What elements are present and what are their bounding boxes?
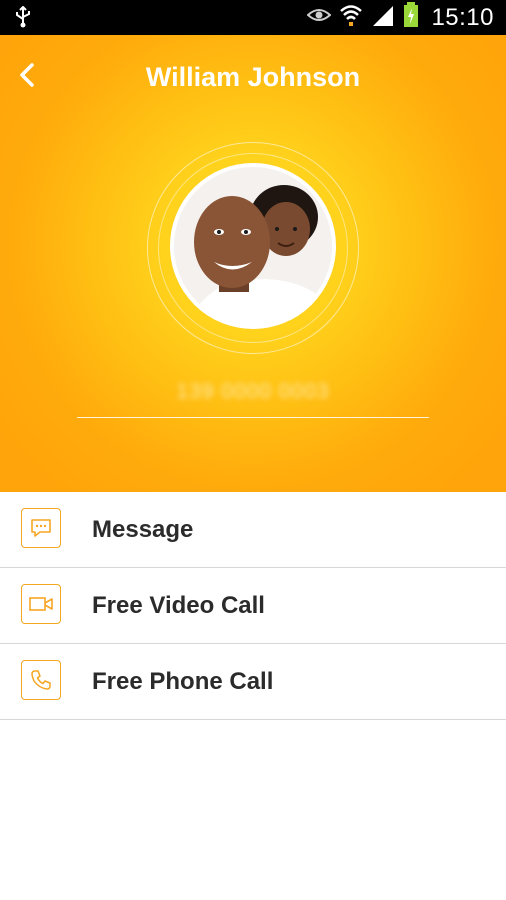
message-row[interactable]: Message [0,492,506,568]
phone-number: 139 0000 0003 [176,380,330,403]
video-call-label: Free Video Call [92,592,265,619]
video-camera-icon [21,584,61,624]
video-call-row[interactable]: Free Video Call [0,568,506,644]
phone-call-label: Free Phone Call [92,668,274,695]
message-icon [21,508,61,548]
battery-icon [403,2,419,33]
usb-icon [14,5,32,33]
contact-name: William Johnson [145,62,361,92]
avatar [170,163,336,329]
contact-header: William Johnson 139 0000 0003 [0,35,506,492]
signal-icon [371,4,395,31]
phone-icon [21,660,61,700]
wifi-icon [339,3,363,32]
phone-call-row[interactable]: Free Phone Call [0,644,506,720]
eye-icon [306,7,332,28]
message-label: Message [92,516,194,543]
header-divider [77,417,429,418]
status-bar: 15:10 [0,0,506,35]
clock: 15:10 [431,3,494,31]
action-list: Message Free Video Call Free Phone Call [0,492,506,720]
